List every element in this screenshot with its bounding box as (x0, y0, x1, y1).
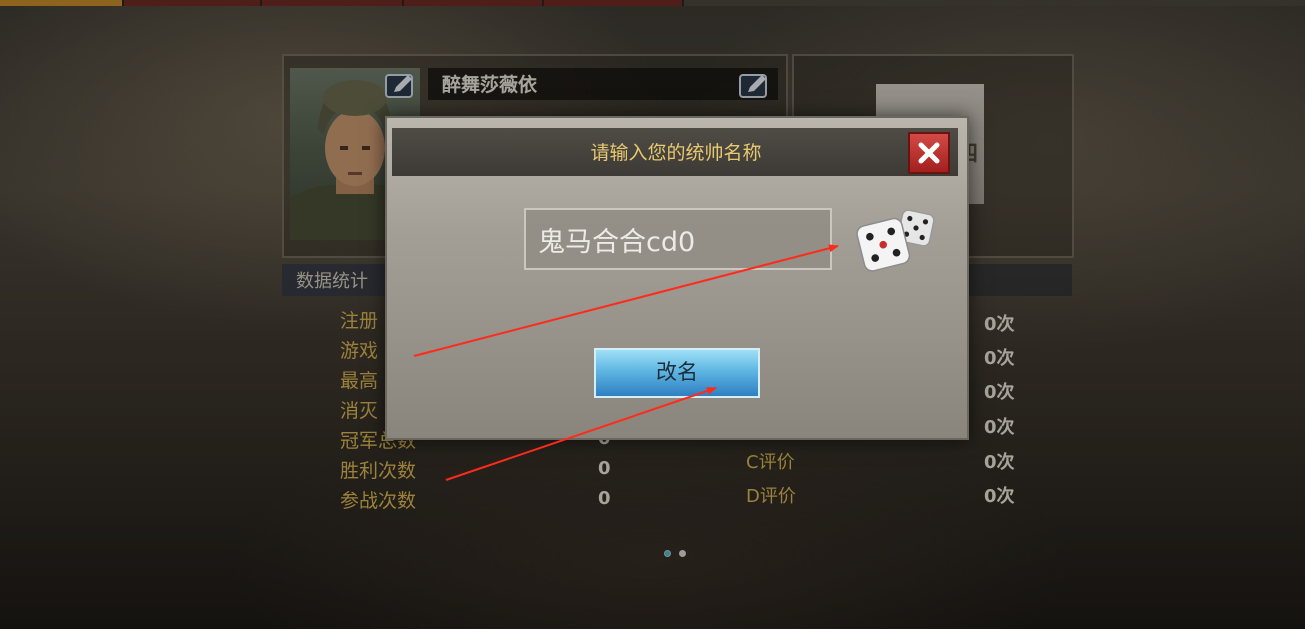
close-icon (918, 142, 940, 164)
close-button[interactable] (908, 132, 950, 174)
commander-name-input[interactable] (524, 208, 832, 270)
rename-button[interactable]: 改名 (594, 348, 760, 398)
dice-icon (856, 209, 935, 272)
random-name-button[interactable] (852, 206, 938, 272)
dialog-title: 请输入您的统帅名称 (590, 142, 762, 164)
